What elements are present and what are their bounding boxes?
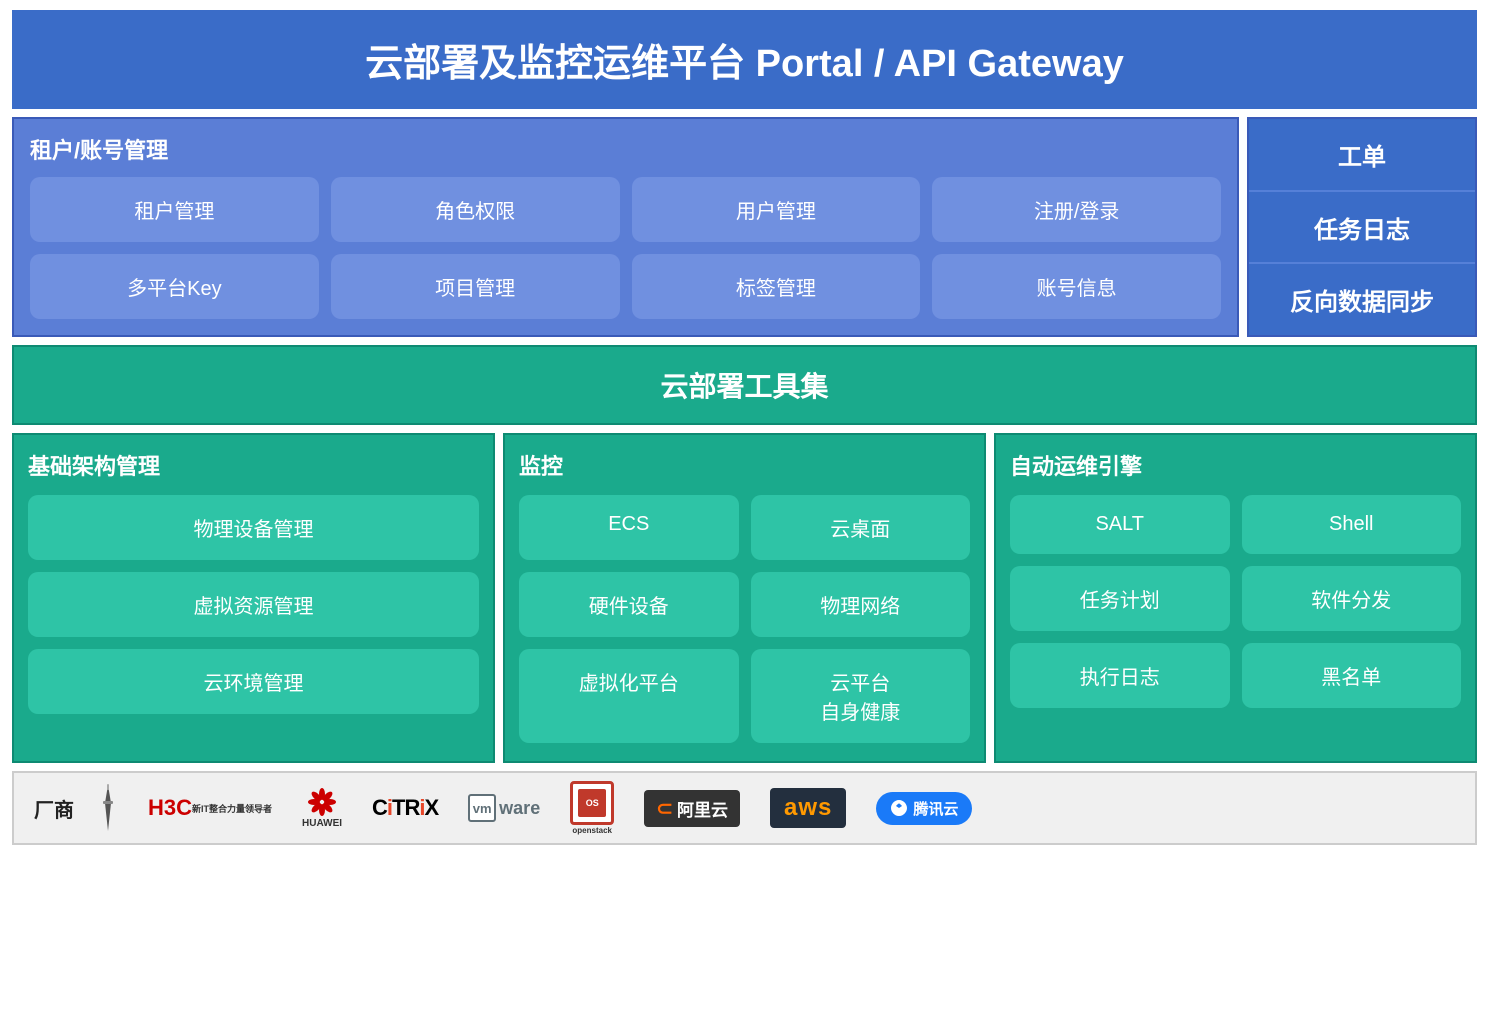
section2: 基础架构管理 物理设备管理 虚拟资源管理 云环境管理 监控 ECS 云桌面 硬件… (12, 433, 1477, 763)
vendor-tencent: 腾讯云 (870, 783, 978, 833)
section1: 租户/账号管理 租户管理 角色权限 用户管理 注册/登录 多平台Key 项目管理… (12, 117, 1477, 337)
tenant-label: 租户/账号管理 (30, 133, 1221, 165)
vendor-aws: aws (764, 783, 852, 833)
tenant-item-2: 用户管理 (632, 177, 921, 242)
ops-grid: SALT Shell 任务计划 软件分发 执行日志 黑名单 (1010, 495, 1461, 708)
ops-item-2: 任务计划 (1010, 566, 1230, 631)
ops-item-1: Shell (1242, 495, 1462, 554)
ops-item-4: 执行日志 (1010, 643, 1230, 708)
right-panel: 工单 任务日志 反向数据同步 (1247, 117, 1477, 337)
infra-item-2: 云环境管理 (28, 649, 479, 714)
vendor-h3c: H3C 新IT整合力量领导者 (142, 783, 278, 833)
infra-label: 基础架构管理 (28, 449, 479, 481)
monitor-item-0: ECS (519, 495, 739, 560)
monitor-box: 监控 ECS 云桌面 硬件设备 物理网络 虚拟化平台 云平台 自身健康 (503, 433, 986, 763)
tenant-item-1: 角色权限 (331, 177, 620, 242)
tenant-item-0: 租户管理 (30, 177, 319, 242)
tenant-item-4: 多平台Key (30, 254, 319, 319)
tenant-item-5: 项目管理 (331, 254, 620, 319)
infra-item-0: 物理设备管理 (28, 495, 479, 560)
vendor-aliyun: ⊂阿里云 (638, 783, 746, 833)
monitor-label: 监控 (519, 449, 970, 481)
infra-items: 物理设备管理 虚拟资源管理 云环境管理 (28, 495, 479, 714)
vendor-huawei: HUAWEI (296, 783, 348, 833)
page-title: 云部署及监控运维平台 Portal / API Gateway (12, 10, 1477, 109)
right-panel-item-2: 反向数据同步 (1249, 264, 1475, 335)
monitor-item-2: 硬件设备 (519, 572, 739, 637)
infra-item-1: 虚拟资源管理 (28, 572, 479, 637)
vendor-label: 厂商 (34, 794, 74, 823)
ops-box: 自动运维引擎 SALT Shell 任务计划 软件分发 执行日志 黑名单 (994, 433, 1477, 763)
ops-item-3: 软件分发 (1242, 566, 1462, 631)
vendor-openstack: OS openstack (564, 783, 620, 833)
monitor-grid: ECS 云桌面 硬件设备 物理网络 虚拟化平台 云平台 自身健康 (519, 495, 970, 743)
vendor-vmware: vm ware (462, 783, 546, 833)
tenant-box: 租户/账号管理 租户管理 角色权限 用户管理 注册/登录 多平台Key 项目管理… (12, 117, 1239, 337)
main-wrapper: 云部署及监控运维平台 Portal / API Gateway 租户/账号管理 … (0, 0, 1489, 1018)
monitor-item-3: 物理网络 (751, 572, 971, 637)
tenant-item-3: 注册/登录 (932, 177, 1221, 242)
tenant-item-7: 账号信息 (932, 254, 1221, 319)
vendor-sword (92, 783, 124, 833)
ops-item-0: SALT (1010, 495, 1230, 554)
vendor-bar: 厂商 H3C 新IT整合力量领导者 (12, 771, 1477, 845)
tools-bar: 云部署工具集 (12, 345, 1477, 425)
right-panel-item-0: 工单 (1249, 119, 1475, 192)
monitor-item-1: 云桌面 (751, 495, 971, 560)
tenant-grid: 租户管理 角色权限 用户管理 注册/登录 多平台Key 项目管理 标签管理 账号… (30, 177, 1221, 319)
monitor-item-5: 云平台 自身健康 (751, 649, 971, 743)
monitor-item-4: 虚拟化平台 (519, 649, 739, 743)
infra-box: 基础架构管理 物理设备管理 虚拟资源管理 云环境管理 (12, 433, 495, 763)
right-panel-item-1: 任务日志 (1249, 192, 1475, 265)
ops-label: 自动运维引擎 (1010, 449, 1461, 481)
vendor-citrix: CiTRiX (366, 783, 444, 833)
ops-item-5: 黑名单 (1242, 643, 1462, 708)
tenant-item-6: 标签管理 (632, 254, 921, 319)
